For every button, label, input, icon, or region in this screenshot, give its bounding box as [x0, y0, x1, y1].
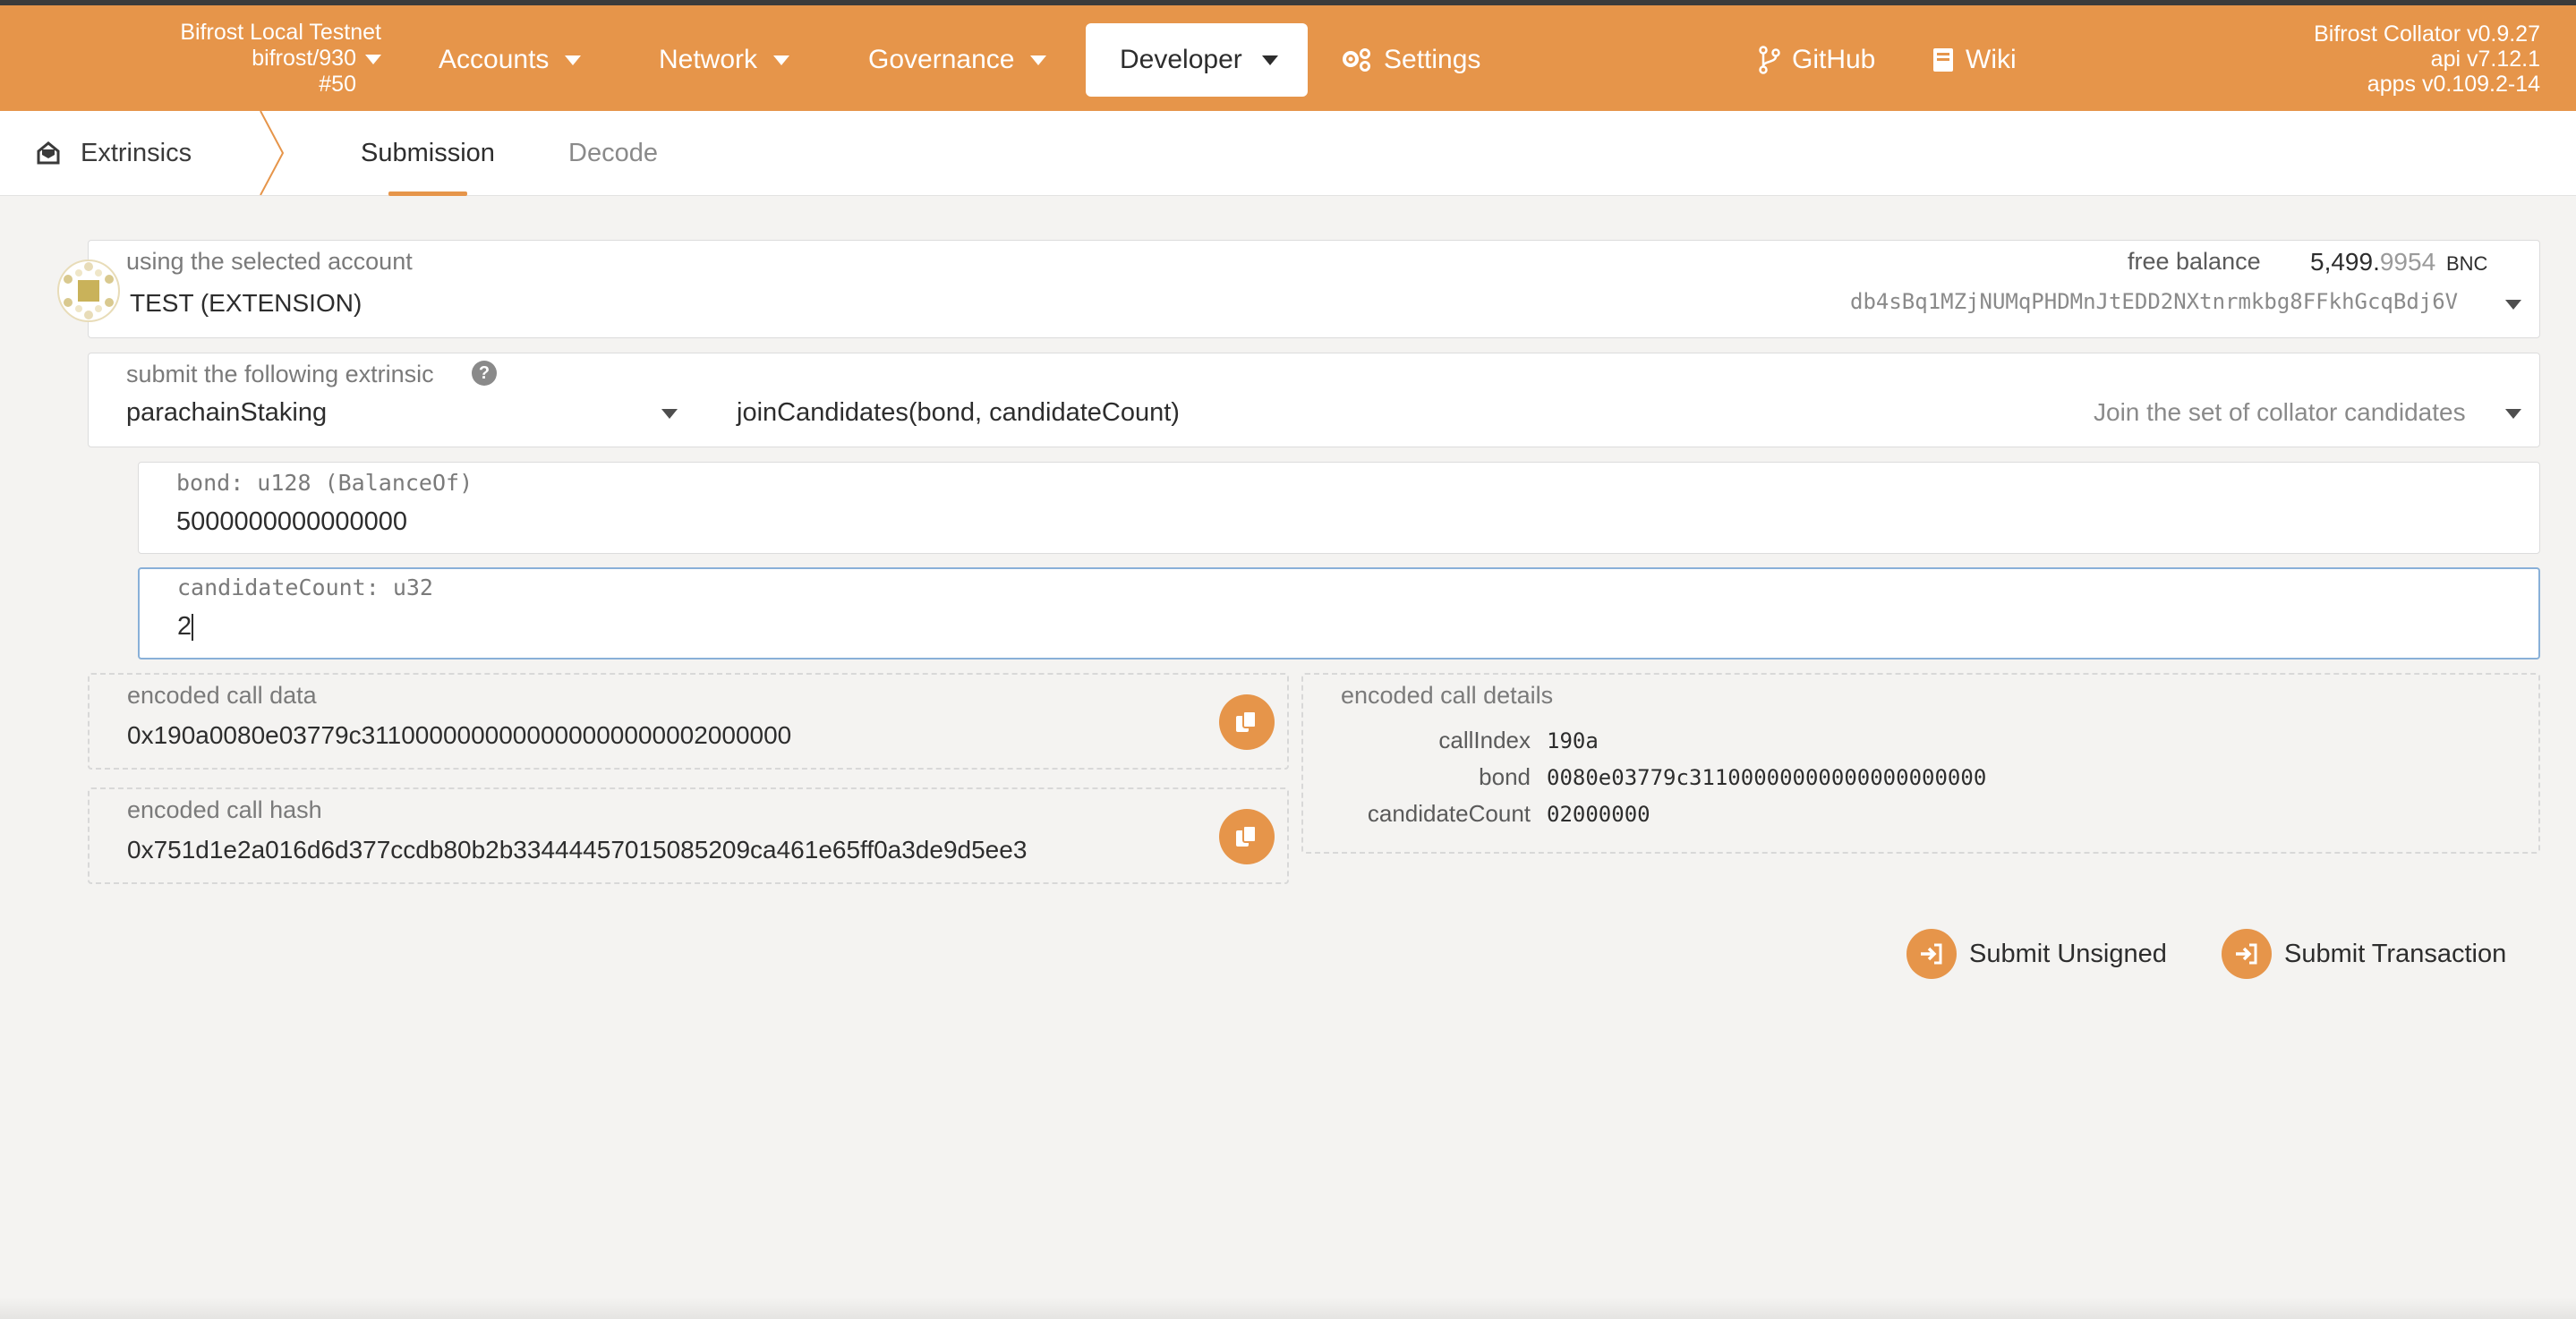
encoded-call-data-label: encoded call data	[127, 682, 317, 709]
account-label: using the selected account	[126, 248, 413, 275]
account-selector[interactable]: using the selected account TEST (EXTENSI…	[88, 240, 2540, 338]
nav-network[interactable]: Network	[659, 23, 790, 97]
sign-in-icon	[1906, 929, 1957, 979]
top-bar: Bifrost Local Testnet bifrost/930 #50 Ac…	[0, 0, 2576, 111]
encoded-call-hash-value: 0x751d1e2a016d6d377ccdb80b2b334444570150…	[127, 836, 1028, 864]
encoded-call-data-box: encoded call data 0x190a0080e03779c31100…	[88, 673, 1289, 770]
help-icon[interactable]: ?	[472, 361, 497, 386]
section-title: Extrinsics	[36, 111, 192, 195]
chevron-down-icon[interactable]	[2505, 409, 2521, 419]
pallet-select[interactable]: parachainStaking	[126, 398, 327, 428]
apps-version: apps v0.109.2-14	[2367, 72, 2540, 97]
copy-icon	[1236, 825, 1257, 847]
nav-network-label: Network	[659, 45, 758, 74]
nav-github[interactable]: GitHub	[1758, 23, 1875, 97]
detail-value-bond: 0080e03779c31100000000000000000000	[1547, 765, 1987, 790]
extrinsic-selector: submit the following extrinsic ? paracha…	[88, 353, 2540, 447]
detail-value-callindex: 190a	[1547, 728, 1599, 753]
envelope-open-icon	[37, 141, 60, 165]
copy-call-hash-button[interactable]	[1219, 809, 1275, 864]
nav-settings[interactable]: Settings	[1341, 23, 1480, 97]
param-bond-label: bond: u128 (BalanceOf)	[176, 470, 473, 496]
book-icon	[1933, 48, 1953, 72]
nav-accounts-label: Accounts	[439, 45, 550, 74]
submit-transaction-label: Submit Transaction	[2284, 939, 2507, 968]
chain-path: bifrost/930	[252, 46, 356, 71]
encoded-call-hash-label: encoded call hash	[127, 796, 322, 823]
account-identicon	[57, 260, 120, 322]
chain-block: #50	[319, 72, 356, 97]
account-name: TEST (EXTENSION)	[130, 289, 363, 317]
api-version: api v7.12.1	[2430, 47, 2540, 72]
encoded-call-hash-box: encoded call hash 0x751d1e2a016d6d377ccd…	[88, 787, 1289, 884]
chevron-down-icon	[565, 55, 582, 65]
code-branch-icon	[1759, 46, 1780, 74]
submit-unsigned-button[interactable]: Submit Unsigned	[1906, 929, 2167, 979]
extrinsic-label: submit the following extrinsic	[126, 361, 434, 387]
nav-governance[interactable]: Governance	[868, 23, 1047, 97]
chevron-down-icon	[2505, 300, 2521, 310]
nav-settings-label: Settings	[1384, 45, 1481, 74]
detail-key-candidatecount: candidateCount	[1367, 800, 1531, 827]
param-candidate-count-label: candidateCount: u32	[177, 574, 433, 600]
encoded-call-data-value: 0x190a0080e03779c31100000000000000000000…	[127, 721, 792, 749]
bottom-edge	[0, 1298, 2576, 1319]
cogs-icon	[1343, 48, 1370, 72]
tab-submission[interactable]: Submission	[361, 111, 495, 195]
chevron-down-icon[interactable]	[661, 409, 678, 419]
account-address: db4sBq1MZjNUMqPHDMnJtEDD2NXtnrmkbg8FFkhG…	[1850, 289, 2459, 314]
section-title-label: Extrinsics	[81, 138, 192, 167]
copy-call-data-button[interactable]	[1219, 694, 1275, 750]
copy-icon	[1236, 711, 1257, 732]
active-tab-indicator	[388, 191, 467, 196]
nav-accounts[interactable]: Accounts	[439, 23, 582, 97]
nav-developer-label: Developer	[1120, 45, 1242, 74]
nav-github-label: GitHub	[1792, 45, 1876, 74]
balance-unit: BNC	[2445, 252, 2488, 275]
version-info: Bifrost Collator v0.9.27 api v7.12.1 app…	[2314, 21, 2540, 97]
collator-version: Bifrost Collator v0.9.27	[2314, 21, 2540, 47]
free-balance-value: 5,499.9954 BNC	[2310, 248, 2487, 277]
detail-key-callindex: callIndex	[1438, 727, 1531, 753]
param-candidate-count-input[interactable]: 2	[177, 612, 194, 642]
submit-transaction-button[interactable]: Submit Transaction	[2222, 929, 2506, 979]
section-bar: Extrinsics Submission Decode	[0, 111, 2576, 196]
nav-governance-label: Governance	[868, 45, 1015, 74]
chevron-down-icon	[773, 55, 790, 65]
chevron-down-icon	[365, 54, 381, 64]
chain-name: Bifrost Local Testnet	[180, 20, 381, 45]
nav-wiki-label: Wiki	[1966, 45, 2017, 74]
param-bond-field: bond: u128 (BalanceOf) 5000000000000000	[138, 462, 2540, 554]
chevron-down-icon	[1030, 55, 1047, 65]
nav-wiki[interactable]: Wiki	[1932, 23, 2017, 97]
chevron-down-icon	[1261, 55, 1278, 65]
detail-value-candidatecount: 02000000	[1547, 802, 1651, 827]
free-balance-label: free balance	[2128, 248, 2261, 275]
chain-selector[interactable]: Bifrost Local Testnet bifrost/930 #50	[180, 20, 381, 98]
detail-key-bond: bond	[1479, 763, 1531, 790]
sign-in-icon	[2222, 929, 2272, 979]
param-bond-input[interactable]: 5000000000000000	[176, 507, 407, 537]
submit-unsigned-label: Submit Unsigned	[1969, 939, 2167, 968]
call-select[interactable]: joinCandidates(bond, candidateCount)	[737, 398, 1180, 428]
encoded-call-details-label: encoded call details	[1341, 682, 1554, 709]
balance-decimal: 9954	[2379, 248, 2436, 276]
tab-decode[interactable]: Decode	[568, 111, 658, 195]
param-candidate-count-value: 2	[177, 612, 192, 641]
nav-developer[interactable]: Developer	[1086, 23, 1308, 97]
balance-integer: 5,499.	[2310, 248, 2380, 276]
breadcrumb-chevron	[260, 111, 285, 195]
param-candidate-count-field: candidateCount: u32 2	[138, 567, 2540, 660]
text-cursor	[192, 614, 194, 642]
call-description: Join the set of collator candidates	[2094, 398, 2466, 426]
encoded-call-details-box: encoded call details callIndex 190a bond…	[1301, 673, 2540, 854]
